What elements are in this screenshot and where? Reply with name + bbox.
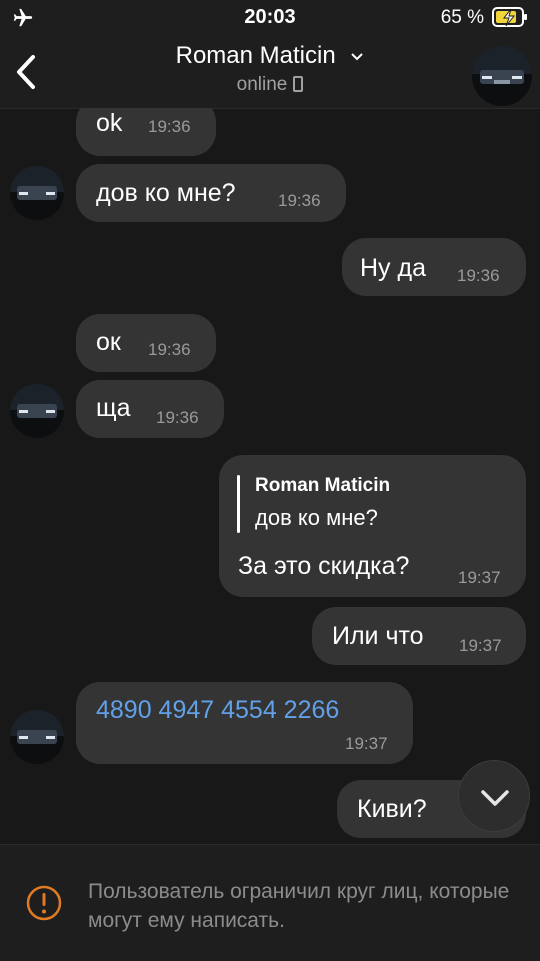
reply-quoted-text: дов ко мне? bbox=[255, 505, 378, 530]
message-bubble-incoming[interactable]: ok 19:36 bbox=[76, 108, 216, 156]
message-time: 19:36 bbox=[156, 408, 199, 427]
reply-quote-bar bbox=[237, 475, 240, 533]
sender-avatar[interactable] bbox=[10, 384, 64, 438]
chat-header: Roman Maticin online bbox=[0, 36, 540, 109]
restriction-text: Пользователь ограничил круг лиц, которые… bbox=[88, 880, 510, 932]
battery-charging-icon bbox=[492, 7, 527, 27]
status-bar: 20:03 65 % bbox=[0, 0, 540, 36]
message-text: ща bbox=[96, 394, 131, 422]
message-time: 19:36 bbox=[278, 191, 321, 210]
chevron-down-icon bbox=[351, 52, 364, 61]
message-time: 19:37 bbox=[345, 734, 388, 753]
message-bubble-incoming[interactable]: ок 19:36 bbox=[76, 314, 216, 372]
message-text: Киви? bbox=[357, 795, 427, 823]
message-bubble-incoming[interactable]: дов ко мне? 19:36 bbox=[76, 164, 346, 222]
chevron-down-icon bbox=[481, 790, 509, 806]
message-text: За это скидка? bbox=[238, 552, 410, 580]
message-bubble-outgoing[interactable]: Roman Maticin дов ко мне? За это скидка?… bbox=[219, 455, 526, 597]
message-bubble-outgoing[interactable]: Или что 19:37 bbox=[312, 607, 526, 665]
mobile-device-icon bbox=[293, 76, 304, 92]
message-text: дов ко мне? bbox=[96, 179, 236, 207]
message-list[interactable]: ok 19:36 дов ко мне? 19:36 Ну да 19:36 о… bbox=[0, 108, 540, 844]
message-time: 19:36 bbox=[457, 266, 500, 285]
header-avatar[interactable] bbox=[472, 46, 532, 106]
chat-title-text: Roman Maticin bbox=[175, 42, 336, 69]
message-time: 19:37 bbox=[459, 636, 502, 655]
message-text: ok bbox=[96, 109, 123, 137]
sender-avatar[interactable] bbox=[10, 710, 64, 764]
online-status-text: online bbox=[236, 74, 288, 95]
chat-title[interactable]: Roman Maticin bbox=[0, 42, 540, 70]
message-text: Или что bbox=[332, 622, 424, 650]
warning-icon bbox=[26, 885, 62, 921]
restriction-banner: Пользователь ограничил круг лиц, которые… bbox=[0, 844, 540, 961]
battery-percent: 65 % bbox=[440, 7, 484, 28]
reply-sender-name: Roman Maticin bbox=[255, 475, 391, 496]
message-text: ок bbox=[96, 328, 121, 356]
message-time: 19:36 bbox=[148, 117, 191, 136]
message-bubble-incoming[interactable]: 4890 4947 4554 2266 19:37 bbox=[76, 682, 413, 764]
message-bubble-outgoing[interactable]: Ну да 19:36 bbox=[342, 238, 526, 296]
online-status: online bbox=[0, 74, 540, 96]
message-time: 19:37 bbox=[458, 568, 501, 587]
card-number-link[interactable]: 4890 4947 4554 2266 bbox=[96, 696, 339, 725]
scroll-to-bottom-button[interactable] bbox=[458, 760, 530, 832]
message-time: 19:36 bbox=[148, 340, 191, 359]
sender-avatar[interactable] bbox=[10, 166, 64, 220]
message-bubble-incoming[interactable]: ща 19:36 bbox=[76, 380, 224, 438]
message-text: Ну да bbox=[360, 254, 426, 282]
